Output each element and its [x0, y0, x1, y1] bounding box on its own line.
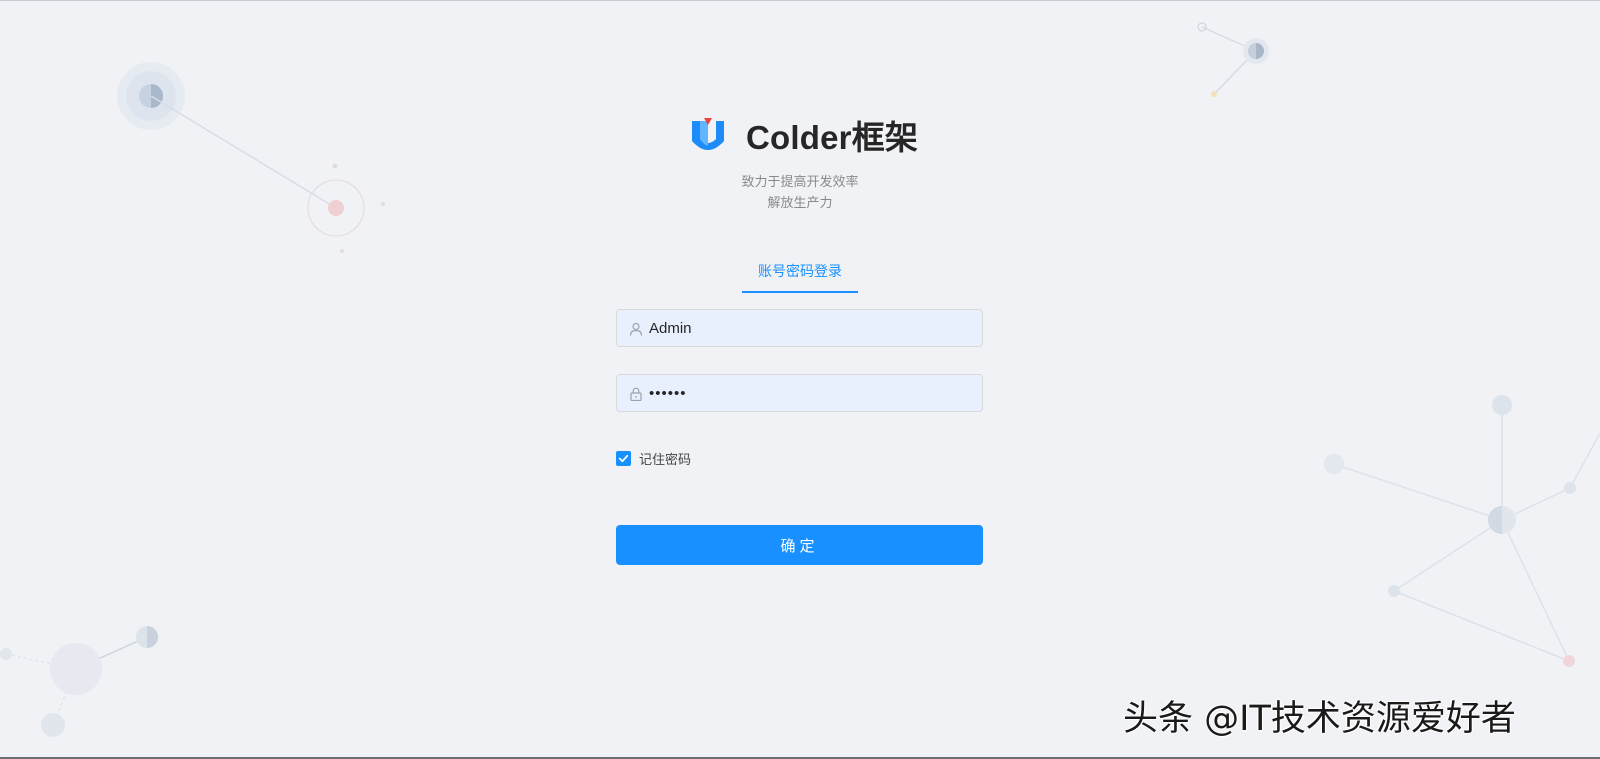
- decor-node-right: [1324, 395, 1600, 667]
- tab-active-indicator: [742, 291, 858, 293]
- remember-password-checkbox[interactable]: 记住密码: [616, 449, 691, 468]
- user-icon: [629, 321, 643, 336]
- decor-node-top-left: [117, 62, 385, 253]
- checkbox-checked-icon[interactable]: [616, 451, 631, 466]
- submit-button[interactable]: 确定: [616, 525, 983, 565]
- decor-node-bottom-left: [0, 626, 158, 737]
- tab-account-password-login[interactable]: 账号密码登录: [742, 261, 858, 281]
- watermark-text: 头条 @IT技术资源爱好者: [1123, 699, 1516, 739]
- lock-icon: [629, 386, 643, 402]
- decor-node-top-right: [1197, 22, 1269, 97]
- slogan-line-2: 解放生产力: [767, 196, 833, 211]
- slogan-line-1: 致力于提高开发效率: [741, 175, 859, 190]
- login-page: Colder框架 致力于提高开发效率 解放生产力 账号密码登录 Admin ••…: [0, 0, 1600, 759]
- remember-password-label: 记住密码: [639, 453, 692, 468]
- username-field[interactable]: [616, 309, 983, 347]
- password-input[interactable]: [649, 378, 969, 408]
- brand-header: Colder框架: [690, 113, 918, 157]
- username-input[interactable]: [649, 313, 969, 343]
- brand-title: Colder框架: [746, 119, 919, 156]
- password-field[interactable]: [616, 374, 983, 412]
- colder-logo-icon: [690, 115, 726, 155]
